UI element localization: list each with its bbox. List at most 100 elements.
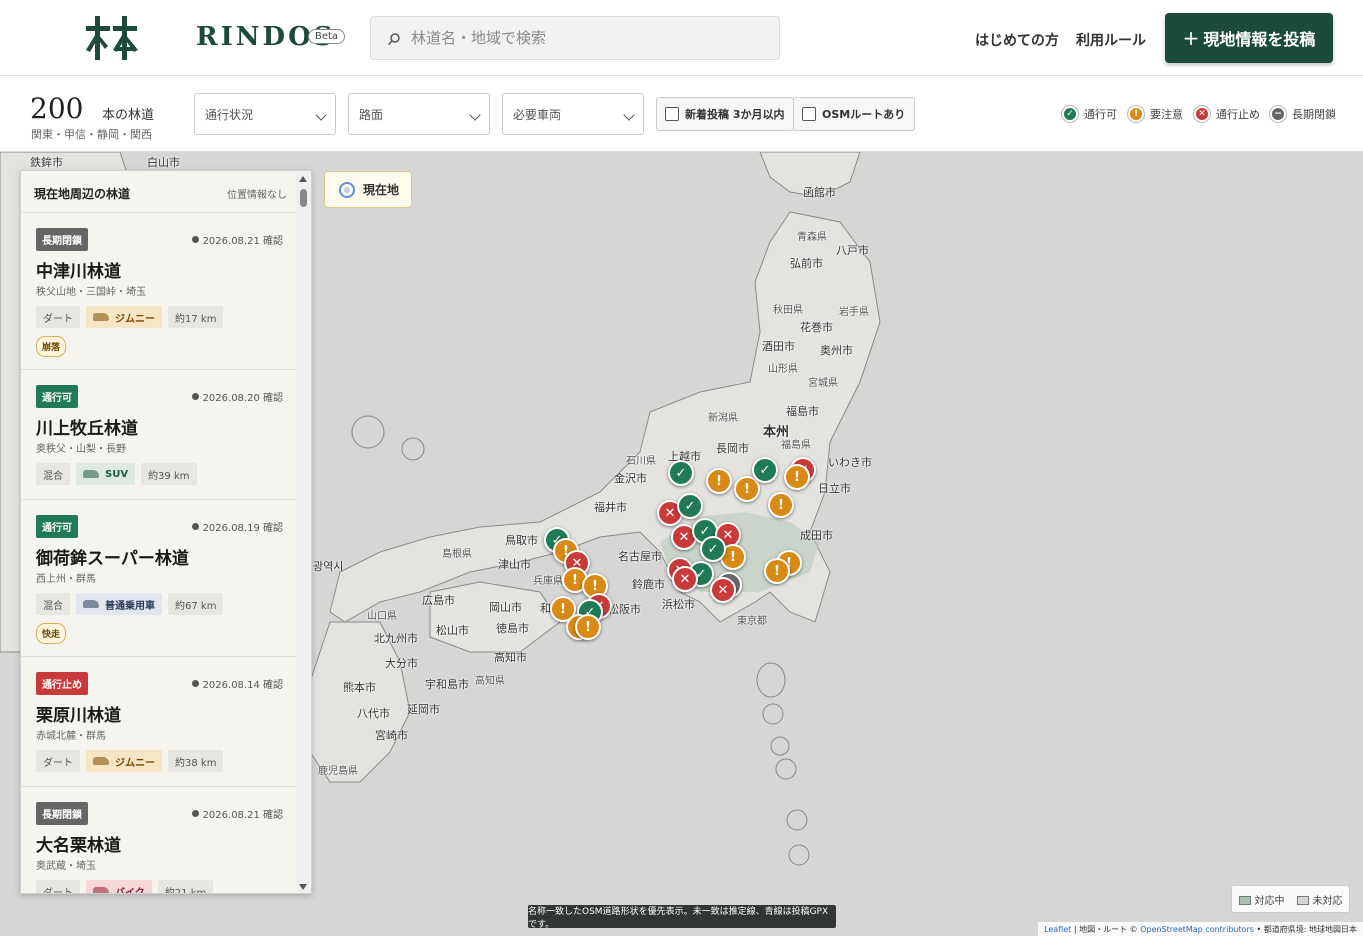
road-name[interactable]: 中津川林道 bbox=[36, 257, 121, 282]
vehicle-tag: SUV bbox=[76, 463, 136, 485]
city-label: 八代市 bbox=[357, 707, 390, 720]
minus-icon: − bbox=[1270, 106, 1286, 122]
city-label: 成田市 bbox=[800, 529, 833, 542]
road-marker-warn[interactable]: ! bbox=[764, 558, 790, 584]
surface-select[interactable]: 路面 bbox=[348, 93, 490, 135]
osm-link[interactable]: OpenStreetMap contributors bbox=[1140, 925, 1254, 934]
checkbox-icon[interactable] bbox=[802, 107, 816, 121]
chevron-down-icon bbox=[623, 109, 635, 121]
legend-stop-label: 通行止め bbox=[1216, 108, 1260, 121]
scroll-thumb[interactable] bbox=[300, 189, 307, 207]
road-count-unit: 本の林道 bbox=[102, 108, 155, 123]
road-card[interactable]: 長期閉鎖 2026.08.21 確認 大名栗林道 奥武蔵・埼玉 ダート バイク … bbox=[21, 787, 297, 893]
checkbox-icon[interactable] bbox=[665, 107, 679, 121]
city-label: 岩手県 bbox=[839, 307, 869, 318]
cross-icon: ✕ bbox=[1194, 106, 1210, 122]
status-select[interactable]: 通行状況 bbox=[194, 93, 336, 135]
legend-ok: ✓ 通行可 bbox=[1062, 106, 1117, 122]
road-marker-stop[interactable]: ✕ bbox=[672, 566, 698, 592]
city-label: 鳥取市 bbox=[505, 534, 538, 547]
road-marker-ok[interactable]: ✓ bbox=[677, 493, 703, 519]
road-card[interactable]: 通行可 2026.08.20 確認 川上牧丘林道 奥秩父・山梨・長野 混合 SU… bbox=[21, 370, 297, 500]
active-swatch bbox=[1238, 895, 1251, 905]
road-area: 秩父山地・三国峠・埼玉 bbox=[36, 287, 146, 298]
road-name[interactable]: 御荷鉾スーパー林道 bbox=[36, 544, 189, 569]
road-marker-ok[interactable]: ✓ bbox=[752, 457, 778, 483]
road-tags: ダート ジムニー 約38 km bbox=[36, 750, 224, 772]
road-name[interactable]: 大名栗林道 bbox=[36, 831, 121, 856]
vehicle-tag: バイク bbox=[86, 880, 152, 893]
city-label: 弘前市 bbox=[790, 257, 823, 270]
recent-posts-checkbox[interactable]: 新着投稿 3か月以内 bbox=[656, 97, 795, 131]
distance-tag: 約39 km bbox=[141, 463, 197, 485]
city-label: 八戸市 bbox=[836, 244, 869, 257]
attrib-text: • 都道府県境: 地球地図日本 bbox=[1253, 925, 1357, 934]
car-icon bbox=[93, 757, 109, 765]
nav-first-time-link[interactable]: はじめての方 bbox=[975, 30, 1059, 50]
road-card[interactable]: 通行止め 2026.08.14 確認 栗原川林道 赤城北麓・群馬 ダート ジムニ… bbox=[21, 657, 297, 787]
legend-long-label: 長期閉鎖 bbox=[1292, 108, 1336, 121]
city-label: 岡山市 bbox=[489, 601, 522, 614]
city-label: 大分市 bbox=[385, 657, 418, 670]
road-marker-ok[interactable]: ✓ bbox=[700, 536, 726, 562]
search-box[interactable] bbox=[370, 16, 780, 60]
road-marker-warn[interactable]: ! bbox=[706, 468, 732, 494]
status-badge: 通行止め bbox=[36, 672, 88, 695]
city-label: 福井市 bbox=[594, 501, 627, 514]
status-select-label: 通行状況 bbox=[205, 108, 254, 122]
road-marker-ok[interactable]: ✓ bbox=[668, 460, 694, 486]
city-label: 高知市 bbox=[494, 651, 527, 664]
car-icon bbox=[83, 470, 99, 478]
osm-route-checkbox[interactable]: OSMルートあり bbox=[793, 97, 916, 131]
city-label: 광역시 bbox=[313, 560, 344, 573]
road-marker-warn[interactable]: ! bbox=[768, 492, 794, 518]
vehicle-select[interactable]: 必要車両 bbox=[502, 93, 644, 135]
city-label: 秋田県 bbox=[773, 305, 803, 316]
road-marker-stop[interactable]: ✕ bbox=[710, 577, 736, 603]
confirm-date: 2026.08.14 確認 bbox=[191, 676, 283, 691]
legend-long: − 長期閉鎖 bbox=[1270, 106, 1336, 122]
city-label: 山形県 bbox=[768, 364, 798, 375]
city-label: 津山市 bbox=[498, 558, 531, 571]
nav-rules-link[interactable]: 利用ルール bbox=[1076, 30, 1146, 50]
search-input[interactable] bbox=[411, 17, 771, 59]
surface-tag: ダート bbox=[36, 306, 80, 328]
panel-header: 現在地周辺の林道 位置情報なし bbox=[21, 171, 297, 213]
city-label: 函館市 bbox=[803, 186, 836, 199]
note-badge: 快走 bbox=[36, 623, 67, 644]
app-header: RINDOS Beta はじめての方 利用ルール + 現地情報を投稿 bbox=[0, 0, 1363, 76]
road-name[interactable]: 栗原川林道 bbox=[36, 701, 121, 726]
vehicle-tag-label: SUV bbox=[105, 468, 129, 480]
city-label: 東京都 bbox=[737, 616, 767, 627]
road-marker-warn[interactable]: ! bbox=[784, 464, 810, 490]
city-label: 松阪市 bbox=[608, 603, 641, 616]
city-label: 熊本市 bbox=[343, 681, 376, 694]
city-label: 松山市 bbox=[436, 624, 469, 637]
road-card[interactable]: 通行可 2026.08.19 確認 御荷鉾スーパー林道 西上州・群馬 混合 普通… bbox=[21, 500, 297, 657]
road-name[interactable]: 川上牧丘林道 bbox=[36, 414, 138, 439]
city-label: 徳島市 bbox=[496, 622, 529, 635]
scroll-down-icon[interactable] bbox=[299, 884, 307, 890]
road-marker-warn[interactable]: ! bbox=[575, 614, 601, 640]
city-label: 酒田市 bbox=[762, 340, 795, 353]
map-view[interactable]: 鉄鉾市 白山市 광역시 函館市 青森県 八戸市 弘前市 秋田県 岩手県 花巻市 … bbox=[0, 152, 1363, 936]
current-location-button[interactable]: 現在地 bbox=[324, 171, 412, 208]
rindos-logo-icon[interactable] bbox=[86, 16, 142, 60]
post-info-button[interactable]: + 現地情報を投稿 bbox=[1165, 13, 1333, 63]
leaflet-link[interactable]: Leaflet bbox=[1044, 925, 1071, 934]
city-label: 石川県 bbox=[626, 456, 656, 467]
city-label: 長岡市 bbox=[716, 442, 749, 455]
city-label: 兵庫県 bbox=[533, 576, 563, 587]
map-attribution: Leaflet | 地図・ルート © OpenStreetMap contrib… bbox=[1038, 922, 1363, 936]
scroll-up-icon[interactable] bbox=[299, 176, 307, 182]
city-label: 奥州市 bbox=[820, 344, 853, 357]
route-info-toast: 名称一致したOSM道路形状を優先表示。未一致は推定線、青線は投稿GPXです。 bbox=[528, 905, 836, 930]
attrib-text: | 地図・ルート © bbox=[1071, 925, 1141, 934]
road-card[interactable]: 長期閉鎖 2026.08.21 確認 中津川林道 秩父山地・三国峠・埼玉 ダート… bbox=[21, 213, 297, 370]
panel-scrollbar[interactable] bbox=[296, 171, 311, 893]
road-area: 奥武蔵・埼玉 bbox=[36, 861, 96, 872]
note-badge: 崩落 bbox=[36, 336, 67, 357]
city-label: 福島市 bbox=[786, 405, 819, 418]
nearby-roads-panel: 現在地周辺の林道 位置情報なし 長期閉鎖 2026.08.21 確認 中津川林道… bbox=[20, 170, 312, 894]
vehicle-select-label: 必要車両 bbox=[513, 108, 562, 122]
